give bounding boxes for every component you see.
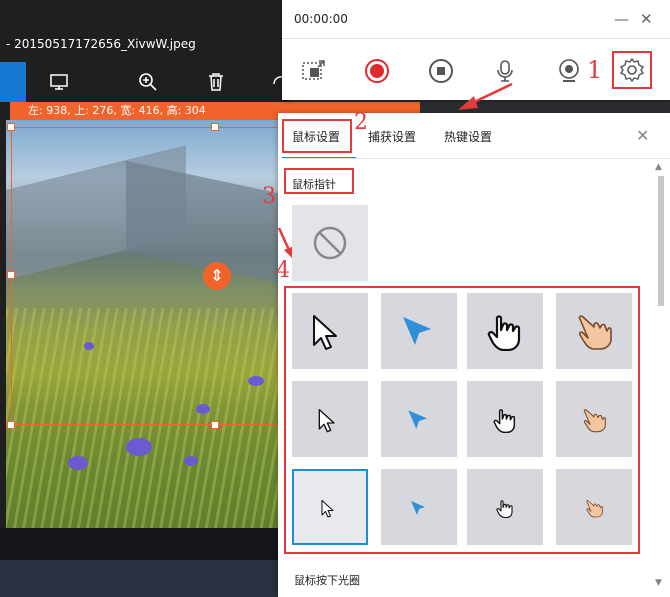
annotation-number-2: 2 (354, 110, 368, 135)
resize-handle-bottom-left[interactable] (7, 421, 15, 429)
minimize-button[interactable]: — (614, 10, 629, 28)
white-arrow-cursor-icon (321, 500, 334, 518)
desktop-background (0, 560, 290, 597)
cursor-option-white-arrow-small[interactable] (292, 469, 368, 545)
resize-handle-top[interactable] (211, 123, 219, 131)
click-ring-section-title: 鼠标按下光圈 (294, 574, 360, 587)
cursor-option-skin-hand-small[interactable] (556, 469, 632, 545)
zoom-in-icon[interactable] (136, 70, 160, 94)
annotation-arrow-1 (458, 82, 513, 110)
slideshow-icon[interactable] (48, 70, 72, 94)
skin-hand-cursor-icon (578, 315, 612, 350)
selection-dimensions: 左: 938, 上: 276, 宽: 416, 高: 304 (10, 102, 280, 120)
record-icon[interactable] (364, 58, 390, 84)
blue-arrow-cursor-icon (411, 501, 425, 515)
black-hand-cursor-icon (493, 409, 516, 433)
cursor-option-blue-arrow-medium[interactable] (381, 381, 457, 457)
cursor-option-blue-arrow-large[interactable] (381, 293, 457, 369)
viewer-title-bar: - 20150517172656_XivwW.jpeg (0, 26, 290, 62)
delete-icon[interactable] (204, 70, 228, 94)
scroll-down-icon[interactable]: ▼ (655, 578, 662, 588)
cursor-option-black-hand-large[interactable] (467, 293, 543, 369)
annotation-number-1: 1 (587, 56, 603, 84)
cursor-option-black-hand-small[interactable] (467, 469, 543, 545)
cursor-option-skin-hand-large[interactable] (556, 293, 632, 369)
close-button[interactable]: ✕ (640, 10, 653, 28)
cursor-section-title: 鼠标指针 (292, 178, 336, 191)
tab-capture-settings[interactable]: 捕获设置 (368, 128, 416, 145)
tab-mouse-settings[interactable]: 鼠标设置 (292, 128, 340, 145)
annotation-number-3: 3 (262, 184, 276, 209)
tab-hotkey-settings[interactable]: 热键设置 (444, 128, 492, 145)
cursor-option-white-arrow-medium[interactable] (292, 381, 368, 457)
divider (282, 38, 670, 39)
black-hand-cursor-icon (496, 500, 513, 518)
panel-close-button[interactable]: ✕ (636, 126, 649, 145)
skin-hand-cursor-icon (583, 409, 606, 433)
viewer-filename: - 20150517172656_XivwW.jpeg (6, 37, 196, 51)
region-select-icon[interactable] (300, 58, 326, 84)
white-arrow-cursor-icon (313, 315, 337, 350)
move-handle-icon[interactable]: ⇕ (203, 262, 231, 290)
scroll-up-icon[interactable]: ▲ (655, 162, 662, 172)
scrollbar-thumb[interactable] (658, 176, 664, 306)
resize-handle-left[interactable] (7, 271, 15, 279)
white-arrow-cursor-icon (318, 409, 335, 433)
divider (278, 158, 670, 159)
cursor-option-blue-arrow-small[interactable] (381, 469, 457, 545)
resize-handle-bottom[interactable] (211, 421, 219, 429)
resize-handle-top-left[interactable] (7, 123, 15, 131)
no-cursor-icon (313, 226, 347, 260)
cursor-option-black-hand-medium[interactable] (467, 381, 543, 457)
cursor-option-white-arrow-large[interactable] (292, 293, 368, 369)
recording-timer: 00:00:00 (294, 12, 348, 26)
black-hand-cursor-icon (487, 315, 521, 351)
webcam-icon[interactable] (556, 58, 582, 84)
blue-arrow-cursor-icon (403, 317, 431, 345)
skin-hand-cursor-icon (586, 500, 603, 518)
no-cursor-option[interactable] (292, 205, 368, 281)
settings-icon[interactable] (619, 57, 645, 83)
blue-arrow-cursor-icon (408, 410, 427, 429)
cursor-option-skin-hand-medium[interactable] (556, 381, 632, 457)
viewer-active-tool[interactable] (0, 62, 26, 102)
